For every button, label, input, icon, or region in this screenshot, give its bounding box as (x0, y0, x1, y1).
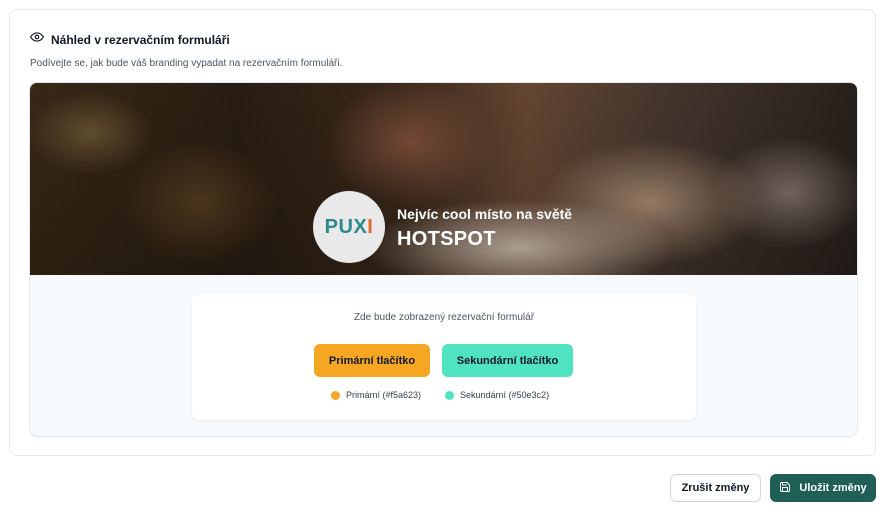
preview-card-subtitle: Podívejte se, jak bude váš branding vypa… (30, 58, 343, 69)
preview-card: Náhled v rezervačním formuláři Podívejte… (9, 9, 876, 456)
form-placeholder: Zde bude zobrazený rezervační formulář P… (192, 294, 696, 420)
cancel-changes-button[interactable]: Zrušit změny (670, 474, 761, 502)
cancel-changes-label: Zrušit změny (681, 482, 750, 494)
secondary-color-label: Sekundární (#50e3c2) (460, 390, 550, 400)
logo-text-part1: PUX (324, 215, 368, 238)
secondary-color-legend: Sekundární (#50e3c2) (445, 390, 549, 400)
form-placeholder-note: Zde bude zobrazený rezervační formulář (353, 312, 535, 323)
primary-color-dot (331, 390, 340, 400)
primary-color-label: Primární (#f5a623) (346, 390, 422, 400)
save-changes-button[interactable]: Uložit změny (770, 474, 876, 502)
primary-button-preview[interactable]: Primární tlačítko (314, 344, 430, 377)
preview-card-title: Náhled v rezervačním formuláři (51, 32, 230, 47)
save-changes-label: Uložit změny (799, 482, 867, 494)
business-logo: PUX I (313, 191, 385, 263)
save-icon (779, 481, 791, 496)
secondary-button-preview[interactable]: Sekundární tlačítko (442, 344, 573, 377)
cover-image: PUX I Nejvíc cool místo na světě HOTSPOT (30, 83, 857, 275)
primary-color-legend: Primární (#f5a623) (331, 390, 421, 400)
secondary-color-dot (445, 390, 454, 400)
preview-card-header: Náhled v rezervačním formuláři Podívejte… (30, 30, 342, 69)
eye-icon (30, 30, 45, 49)
business-name: HOTSPOT (397, 228, 496, 250)
logo-text-part2: I (367, 215, 374, 238)
business-tagline: Nejvíc cool místo na světě (397, 206, 573, 222)
booking-form-preview: PUX I Nejvíc cool místo na světě HOTSPOT … (29, 82, 858, 437)
